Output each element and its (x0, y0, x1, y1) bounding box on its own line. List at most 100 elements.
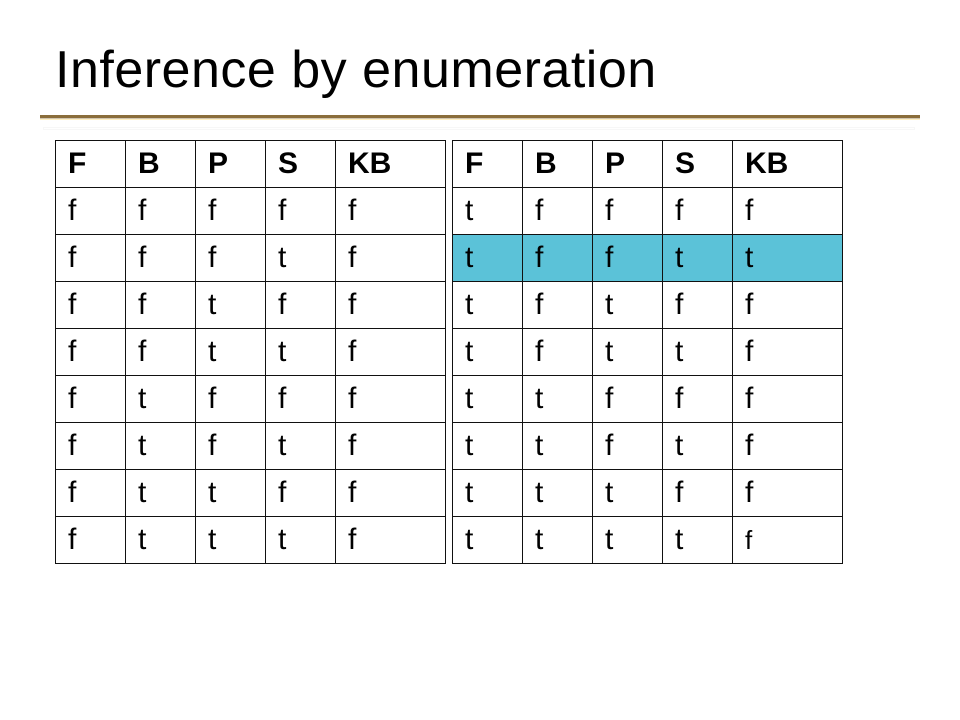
cell: f (126, 188, 196, 235)
cell: f (126, 329, 196, 376)
cell: f (593, 376, 663, 423)
table-row: ffttf (56, 329, 446, 376)
cell: f (336, 423, 446, 470)
cell: f (56, 376, 126, 423)
cell: f (196, 235, 266, 282)
cell: f (56, 470, 126, 517)
cell: t (453, 423, 523, 470)
cell: f (336, 329, 446, 376)
cell: f (196, 188, 266, 235)
cell: f (733, 282, 843, 329)
cell: f (593, 235, 663, 282)
cell: t (266, 423, 336, 470)
table-row: fftff (56, 282, 446, 329)
cell: t (453, 470, 523, 517)
truth-table-right: F B P S KB tfffftfftttftfftfttfttfffttft… (452, 140, 843, 564)
cell: t (523, 376, 593, 423)
cell: f (733, 423, 843, 470)
cell: f (126, 235, 196, 282)
table-row: ftftf (56, 423, 446, 470)
cell: f (733, 376, 843, 423)
cell: t (663, 235, 733, 282)
cell: t (126, 423, 196, 470)
cell: f (336, 470, 446, 517)
cell: t (523, 517, 593, 564)
cell: f (733, 188, 843, 235)
cell: f (266, 188, 336, 235)
col-B: B (523, 141, 593, 188)
cell: f (663, 376, 733, 423)
table-row: tttff (453, 470, 843, 517)
cell: f (336, 282, 446, 329)
table-header-row: F B P S KB (56, 141, 446, 188)
table-row: tffff (453, 188, 843, 235)
cell: t (196, 282, 266, 329)
cell: t (196, 470, 266, 517)
table-row: ttftf (453, 423, 843, 470)
table-row: tftff (453, 282, 843, 329)
table-header-row: F B P S KB (453, 141, 843, 188)
cell: f (336, 376, 446, 423)
cell: f (56, 329, 126, 376)
cell: f (336, 517, 446, 564)
table-row: ttfff (453, 376, 843, 423)
cell: f (733, 470, 843, 517)
cell: t (663, 329, 733, 376)
cell: t (523, 470, 593, 517)
cell: t (523, 423, 593, 470)
cell: t (593, 470, 663, 517)
cell: f (266, 470, 336, 517)
cell: t (663, 423, 733, 470)
truth-table-left: F B P S KB fffffffftffftffffttfftfffftft… (55, 140, 446, 564)
cell: f (56, 517, 126, 564)
cell: t (593, 282, 663, 329)
col-S: S (663, 141, 733, 188)
table-row: fttff (56, 470, 446, 517)
cell: f (523, 282, 593, 329)
cell: t (453, 329, 523, 376)
cell: f (56, 282, 126, 329)
table-row: ftfff (56, 376, 446, 423)
cell: t (453, 376, 523, 423)
col-F: F (453, 141, 523, 188)
table-row: tfttf (453, 329, 843, 376)
cell: f (196, 423, 266, 470)
slide-title: Inference by enumeration (55, 40, 657, 100)
cell: t (453, 235, 523, 282)
title-rule (40, 115, 920, 121)
table-row: ftttf (56, 517, 446, 564)
cell: f (196, 376, 266, 423)
left-tbody: fffffffftffftffffttfftfffftftffttffftttf (56, 188, 446, 564)
cell: f (663, 188, 733, 235)
cell: f (336, 188, 446, 235)
col-KB: KB (733, 141, 843, 188)
cell: t (593, 517, 663, 564)
cell: t (266, 517, 336, 564)
cell: t (733, 235, 843, 282)
table-row: fffff (56, 188, 446, 235)
cell: t (126, 376, 196, 423)
cell: t (196, 329, 266, 376)
col-P: P (196, 141, 266, 188)
cell: t (126, 470, 196, 517)
cell: t (453, 517, 523, 564)
cell: t (266, 329, 336, 376)
cell: t (126, 517, 196, 564)
cell: f (663, 470, 733, 517)
table-row: tfftt (453, 235, 843, 282)
col-P: P (593, 141, 663, 188)
cell: f (733, 517, 843, 564)
table-row: ffftf (56, 235, 446, 282)
cell: f (523, 188, 593, 235)
cell: f (593, 188, 663, 235)
col-KB: KB (336, 141, 446, 188)
cell: f (126, 282, 196, 329)
table-row: ttttf (453, 517, 843, 564)
cell: f (336, 235, 446, 282)
cell: t (453, 282, 523, 329)
cell: f (523, 235, 593, 282)
cell: f (266, 282, 336, 329)
cell: f (56, 423, 126, 470)
col-S: S (266, 141, 336, 188)
cell: f (733, 329, 843, 376)
